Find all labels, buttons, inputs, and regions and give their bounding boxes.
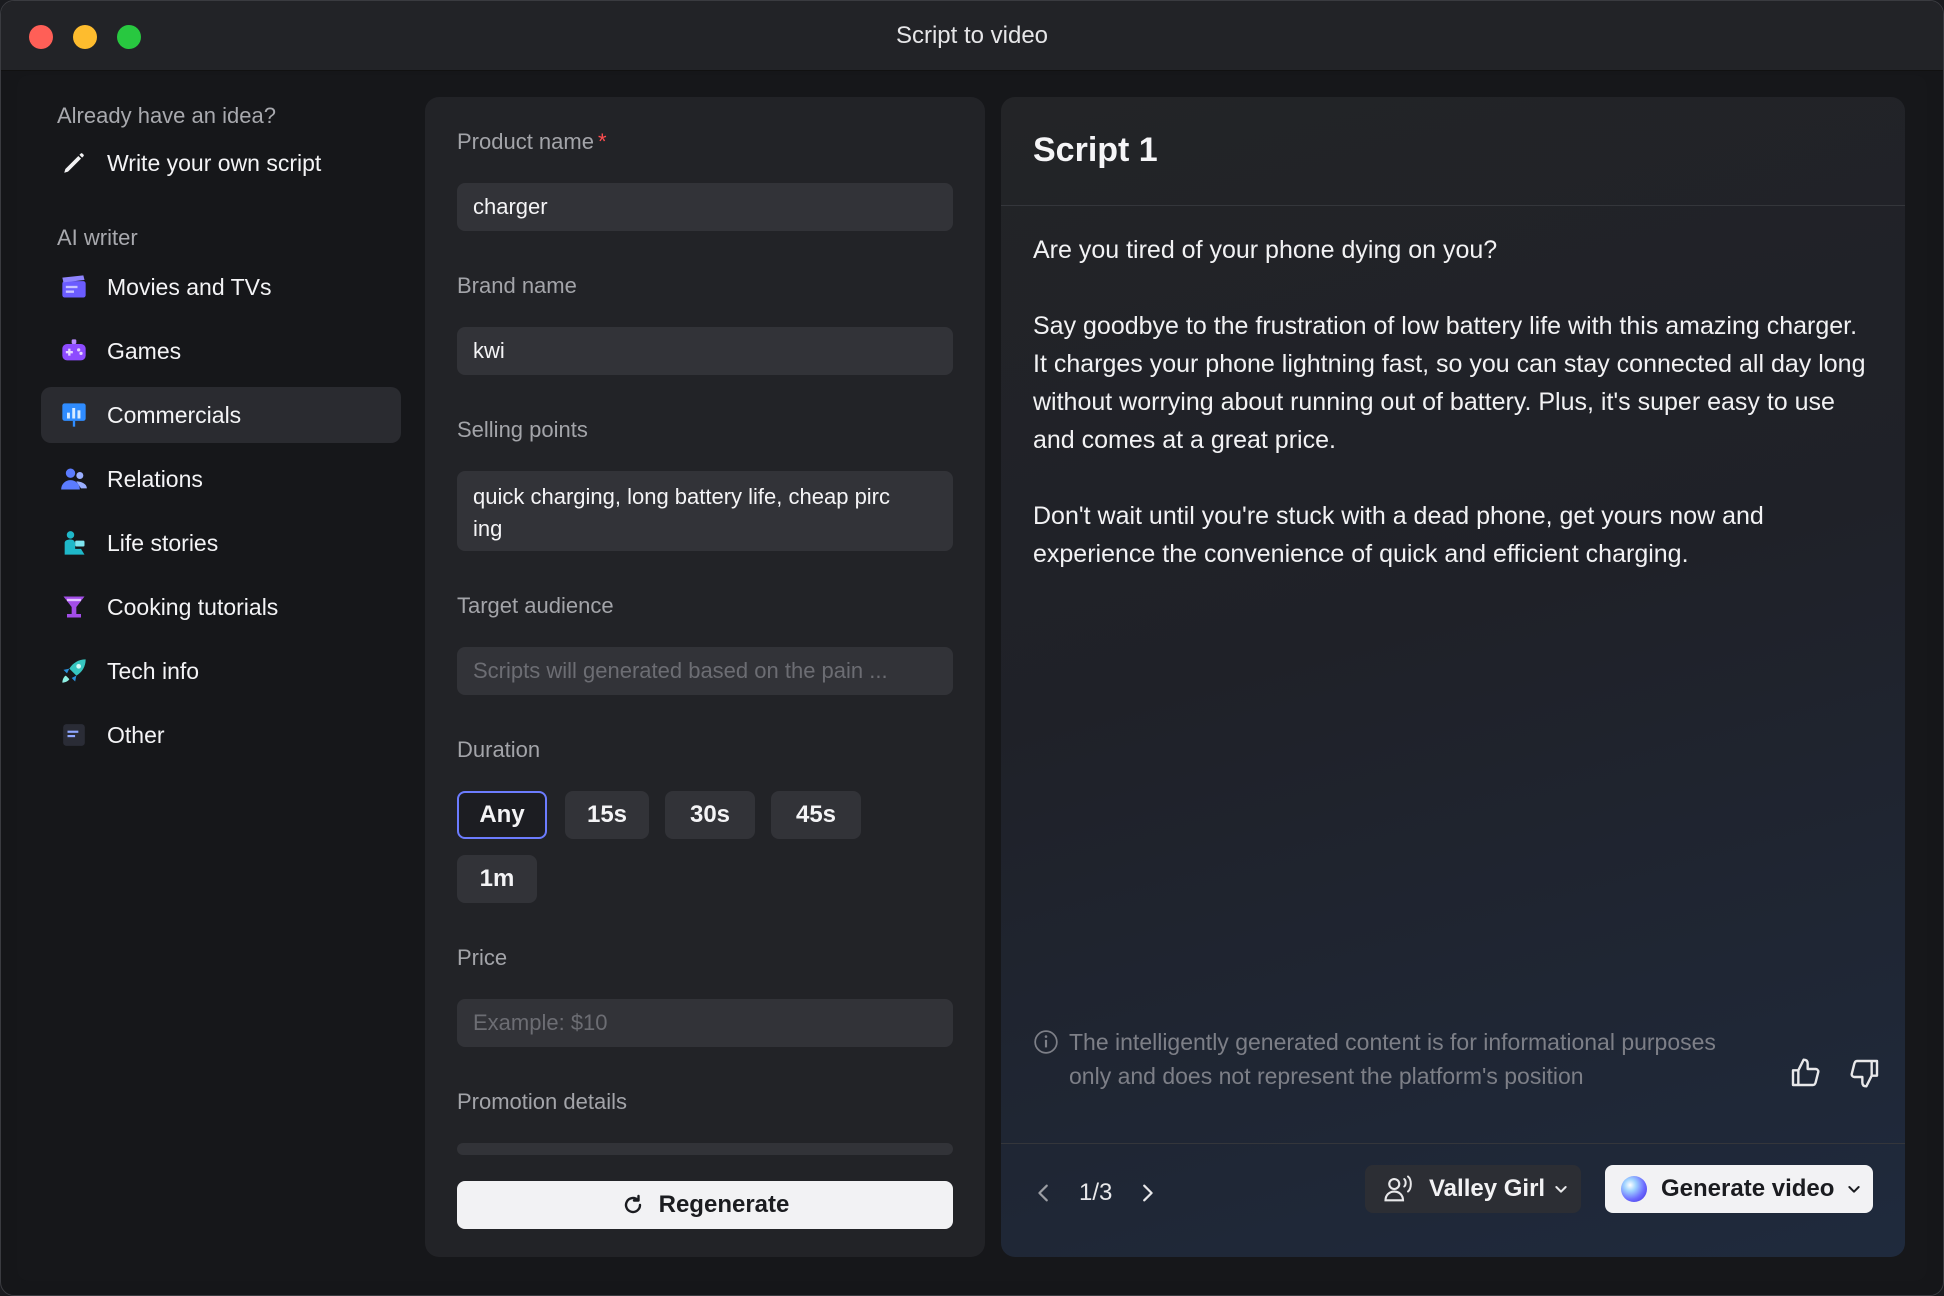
main-content: Already have an idea? Write your own scr… [17, 75, 1927, 1281]
brand-name-input[interactable]: kwi [457, 327, 953, 375]
regenerate-label: Regenerate [658, 1191, 790, 1218]
previous-script-button[interactable] [1033, 1182, 1055, 1204]
product-name-label: Product name * [457, 129, 607, 154]
script-paragraph: Are you tired of your phone dying on you… [1033, 236, 1498, 264]
info-icon [1033, 1029, 1059, 1093]
script-paragraph: Don't wait until you're stuck with a dea… [1033, 502, 1764, 568]
ai-orb-icon [1621, 1176, 1647, 1202]
promotion-details-input[interactable] [457, 1143, 953, 1155]
idea-heading: Already have an idea? [57, 103, 276, 128]
voice-label: Valley Girl [1429, 1175, 1546, 1202]
sidebar-item-tech-info[interactable]: Tech info [41, 643, 401, 699]
sidebar-item-relations[interactable]: Relations [41, 451, 401, 507]
divider [1001, 205, 1905, 206]
price-label: Price [457, 945, 508, 970]
duration-label: Duration [457, 737, 541, 762]
pencil-icon [59, 148, 89, 178]
sidebar-item-label: Other [107, 721, 165, 748]
clapperboard-icon [59, 272, 89, 302]
generate-video-button[interactable]: Generate video [1605, 1165, 1873, 1213]
rocket-icon [59, 656, 89, 686]
target-audience-label: Target audience [457, 593, 614, 618]
cocktail-glass-icon [59, 592, 89, 622]
promotion-details-label: Promotion details [457, 1089, 627, 1114]
sidebar-item-games[interactable]: Games [41, 323, 401, 379]
selling-points-input[interactable]: quick charging, long battery life, cheap… [457, 471, 953, 551]
script-form-panel: Product name * charger Brand name kwi Sel… [425, 97, 985, 1257]
sidebar-item-label: Life stories [107, 529, 219, 556]
duration-option-45s[interactable]: 45s [771, 791, 861, 839]
title-bar: Script to video [1, 1, 1943, 71]
script-preview-panel: Script 1 Are you tired of your phone dyi… [1001, 97, 1905, 1257]
sidebar-item-movies[interactable]: Movies and TVs [41, 259, 401, 315]
duration-option-30s[interactable]: 30s [665, 791, 755, 839]
list-icon [59, 720, 89, 750]
disclaimer-text: The intelligently generated content is f… [1069, 1029, 1716, 1089]
people-icon [59, 464, 89, 494]
generate-video-label: Generate video [1661, 1175, 1835, 1202]
ai-writer-heading: AI writer [57, 225, 138, 250]
voice-speaker-icon [1383, 1174, 1413, 1204]
chevron-down-icon[interactable] [1846, 1181, 1862, 1197]
duration-option-any[interactable]: Any [457, 791, 547, 839]
page-indicator: 1/3 [1079, 1179, 1113, 1206]
selling-points-label: Selling points [457, 417, 588, 442]
next-script-button[interactable] [1136, 1182, 1158, 1204]
product-name-input[interactable]: charger [457, 183, 953, 231]
sidebar-item-commercials[interactable]: Commercials [41, 387, 401, 443]
sidebar-item-label: Movies and TVs [107, 273, 272, 300]
sidebar-item-label: Commercials [107, 401, 242, 428]
regenerate-button[interactable]: Regenerate [457, 1181, 953, 1229]
required-mark: * [597, 129, 607, 154]
write-own-script-item[interactable]: Write your own script [41, 135, 401, 191]
gamepad-icon [59, 336, 89, 366]
sidebar-item-label: Cooking tutorials [107, 593, 279, 620]
selling-points-line: quick charging, long battery life, cheap… [473, 484, 891, 509]
sidebar-item-label: Tech info [107, 657, 200, 684]
duration-option-15s[interactable]: 15s [565, 791, 649, 839]
chart-board-icon [59, 400, 89, 430]
refresh-icon [621, 1193, 645, 1217]
person-reading-icon [59, 528, 89, 558]
sidebar-item-life-stories[interactable]: Life stories [41, 515, 401, 571]
chevron-down-icon [1553, 1181, 1569, 1197]
app-window: Script to video Already have an idea? Wr… [0, 0, 1944, 1296]
price-input[interactable]: Example: $10 [457, 999, 953, 1047]
script-paragraph: Say goodbye to the frustration of low ba… [1033, 312, 1866, 454]
sidebar: Already have an idea? Write your own scr… [17, 75, 427, 1281]
write-own-script-label: Write your own script [107, 149, 322, 176]
script-text[interactable]: Are you tired of your phone dying on you… [1033, 231, 1873, 611]
duration-option-1m[interactable]: 1m [457, 855, 537, 903]
thumbs-up-icon[interactable] [1789, 1057, 1821, 1094]
divider [1001, 1143, 1905, 1144]
chevron-right-icon [1136, 1182, 1158, 1204]
sidebar-item-other[interactable]: Other [41, 707, 401, 763]
sidebar-item-label: Games [107, 337, 182, 364]
brand-name-label: Brand name [457, 273, 577, 298]
voice-select-button[interactable]: Valley Girl [1365, 1165, 1581, 1213]
script-pager: 1/3 [1033, 1179, 1158, 1207]
ai-disclaimer: The intelligently generated content is f… [1033, 1025, 1733, 1093]
target-audience-input[interactable]: Scripts will generated based on the pain… [457, 647, 953, 695]
selling-points-line: ing [473, 516, 503, 541]
chevron-left-icon [1033, 1182, 1055, 1204]
thumbs-down-icon[interactable] [1849, 1057, 1881, 1094]
window-title: Script to video [895, 22, 1049, 49]
sidebar-item-cooking[interactable]: Cooking tutorials [41, 579, 401, 635]
script-title: Script 1 [1033, 131, 1158, 169]
sidebar-item-label: Relations [107, 465, 203, 492]
